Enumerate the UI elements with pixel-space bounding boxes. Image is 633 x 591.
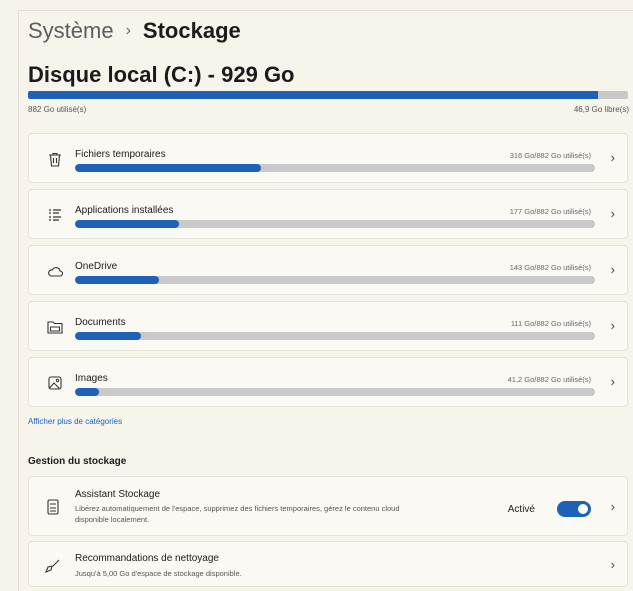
category-usage-bar <box>75 388 595 396</box>
apps-list-icon <box>46 206 64 224</box>
page-title: Stockage <box>142 18 241 43</box>
category-row-installed-apps[interactable]: Applications installées 177 Go/882 Go ut… <box>28 189 628 239</box>
disk-used-label: 882 Go utilisé(s) <box>28 105 87 114</box>
cleanup-recommendations-description: Jusqu'à 5,00 Go d'espace de stockage dis… <box>75 569 242 578</box>
category-usage-bar <box>75 332 595 340</box>
chevron-right-icon: › <box>610 374 615 389</box>
storage-management-heading: Gestion du stockage <box>28 456 127 467</box>
cleanup-recommendations-row[interactable]: Recommandations de nettoyage Jusqu'à 5,0… <box>28 541 628 587</box>
image-icon <box>46 374 64 392</box>
folder-icon <box>46 318 64 336</box>
category-row-onedrive[interactable]: OneDrive 143 Go/882 Go utilisé(s) › <box>28 245 628 295</box>
category-usage-fill <box>75 220 179 228</box>
category-usage: 143 Go/882 Go utilisé(s) <box>509 263 591 272</box>
storage-sense-row[interactable]: Assistant Stockage Libérez automatiqueme… <box>28 476 628 536</box>
category-list: Fichiers temporaires 316 Go/882 Go utili… <box>28 133 628 413</box>
category-row-temp-files[interactable]: Fichiers temporaires 316 Go/882 Go utili… <box>28 133 628 183</box>
category-usage-fill <box>75 332 141 340</box>
category-usage-fill <box>75 276 160 284</box>
category-label: OneDrive <box>75 261 118 272</box>
disk-free-label: 46,9 Go libre(s) <box>573 105 629 114</box>
category-usage-bar <box>75 276 595 284</box>
chevron-right-icon: › <box>610 150 615 165</box>
cloud-icon <box>46 262 64 280</box>
chevron-right-icon: › <box>610 206 615 221</box>
toggle-knob <box>578 504 588 514</box>
category-usage-fill <box>75 388 100 396</box>
category-usage: 316 Go/882 Go utilisé(s) <box>509 151 591 160</box>
category-usage: 41,2 Go/882 Go utilisé(s) <box>507 375 591 384</box>
broom-icon <box>43 556 63 576</box>
breadcrumb-parent[interactable]: Système <box>28 18 114 44</box>
breadcrumb-separator: › <box>125 22 131 39</box>
chevron-right-icon: › <box>610 318 615 333</box>
storage-sense-description-line2: disponible localement. <box>75 515 150 524</box>
disk-usage-fill <box>28 91 598 99</box>
category-label: Applications installées <box>75 205 174 216</box>
cleanup-recommendations-title: Recommandations de nettoyage <box>75 553 219 564</box>
trash-icon <box>46 150 64 168</box>
category-usage: 111 Go/882 Go utilisé(s) <box>510 319 591 328</box>
category-label: Images <box>75 373 108 384</box>
chevron-right-icon: › <box>610 557 615 572</box>
category-row-documents[interactable]: Documents 111 Go/882 Go utilisé(s) › <box>28 301 628 351</box>
storage-sense-toggle-label: Activé <box>507 504 535 515</box>
category-label: Documents <box>75 317 126 328</box>
show-more-categories-link[interactable]: Afficher plus de catégories <box>28 417 122 426</box>
chevron-right-icon: › <box>610 499 615 514</box>
category-row-images[interactable]: Images 41,2 Go/882 Go utilisé(s) › <box>28 357 628 407</box>
category-usage-fill <box>75 164 262 172</box>
storage-sense-toggle[interactable] <box>557 501 591 517</box>
storage-sense-description-line1: Libérez automatiquement de l'espace, sup… <box>75 504 400 513</box>
category-label: Fichiers temporaires <box>75 149 166 160</box>
category-usage-bar <box>75 164 595 172</box>
disk-usage-bar <box>28 91 628 99</box>
chevron-right-icon: › <box>610 262 615 277</box>
category-usage-bar <box>75 220 595 228</box>
storage-drive-icon <box>43 497 63 517</box>
disk-title: Disque local (C:) - 929 Go <box>28 62 295 87</box>
storage-sense-title: Assistant Stockage <box>75 489 161 500</box>
category-usage: 177 Go/882 Go utilisé(s) <box>509 207 591 216</box>
breadcrumb: Système › Stockage <box>28 18 241 44</box>
